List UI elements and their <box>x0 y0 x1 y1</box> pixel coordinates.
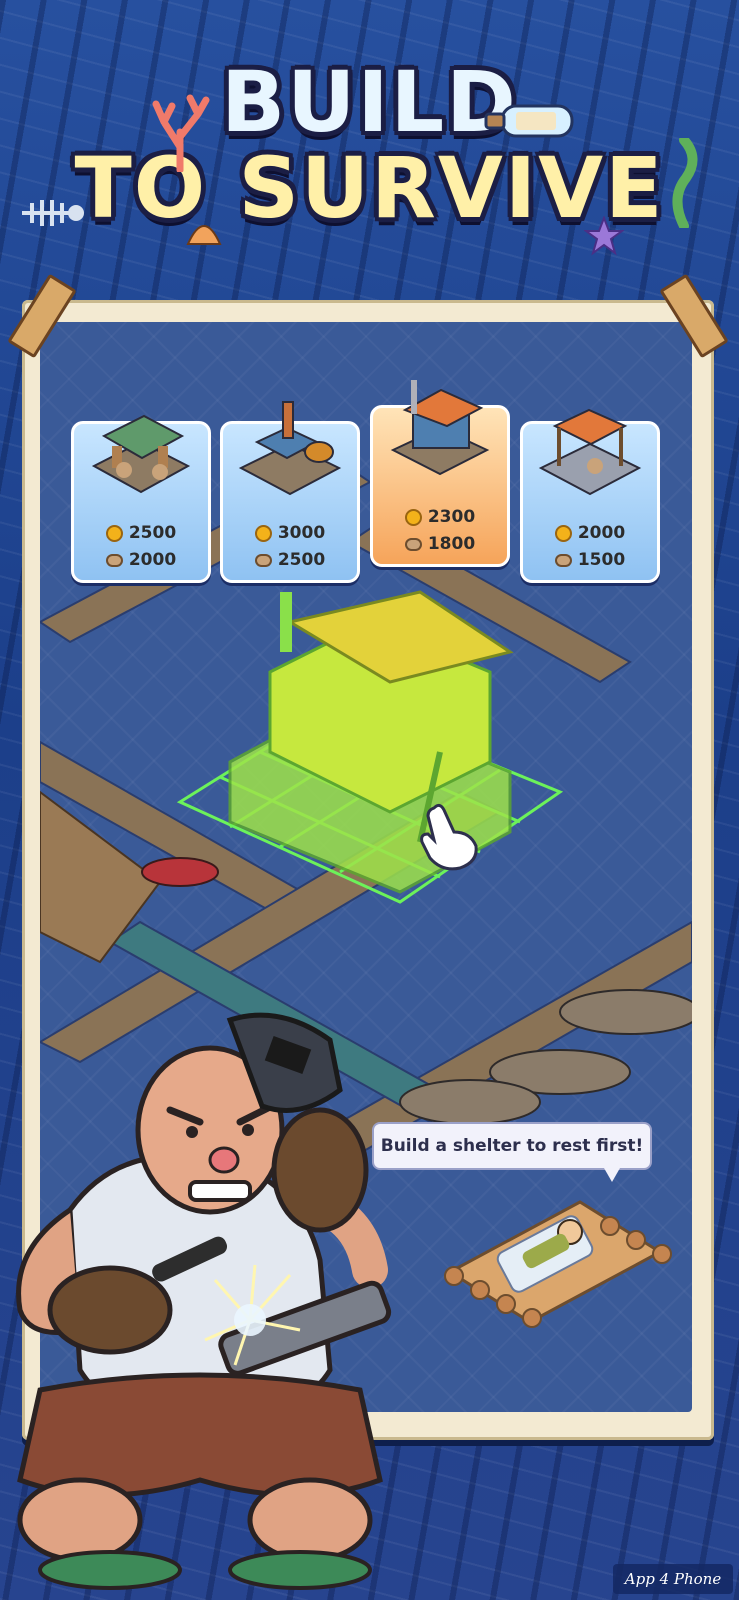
market-stall-thumbnail <box>91 414 191 494</box>
building-card-canopy[interactable]: 2000 1500 <box>520 408 660 583</box>
wood-cost: 2500 <box>277 550 326 570</box>
wood-log-icon <box>254 553 272 567</box>
wood-cost: 1800 <box>427 534 476 554</box>
welder-character <box>16 1012 392 1590</box>
coin-cost: 3000 <box>277 523 326 543</box>
wood-log-icon <box>105 553 123 567</box>
coin-cost: 2000 <box>577 523 626 543</box>
workshop-thumbnail <box>238 401 342 496</box>
wood-log-icon <box>404 537 422 551</box>
game-title: BUILD TO SURVIVE <box>0 60 739 230</box>
building-card-shelter[interactable]: 2300 1800 <box>370 380 510 567</box>
red-boat <box>141 857 219 887</box>
fish-bone-icon <box>22 200 84 226</box>
raft <box>444 1200 672 1328</box>
coin-icon <box>554 524 572 542</box>
title-line-2: TO SURVIVE <box>74 139 665 237</box>
title-line-1: BUILD <box>221 53 518 151</box>
shelter-thumbnail <box>390 380 490 476</box>
coin-icon <box>404 508 422 526</box>
shell-icon <box>186 225 222 245</box>
coin-cost: 2300 <box>427 507 476 527</box>
wood-cost: 1500 <box>577 550 626 570</box>
building-card-market[interactable]: 2500 2000 <box>71 414 211 583</box>
coin-cost: 2500 <box>128 523 177 543</box>
watermark: App 4 Phone <box>613 1564 733 1594</box>
coin-icon <box>254 524 272 542</box>
starfish-icon <box>584 216 624 256</box>
bottle-icon <box>484 104 574 138</box>
wood-log-icon <box>554 553 572 567</box>
building-card-workshop[interactable]: 3000 2500 <box>220 401 360 583</box>
canopy-deck-thumbnail <box>538 408 642 496</box>
coin-icon <box>105 524 123 542</box>
seaweed-icon <box>672 138 698 228</box>
coral-icon <box>152 94 210 172</box>
wood-cost: 2000 <box>128 550 177 570</box>
